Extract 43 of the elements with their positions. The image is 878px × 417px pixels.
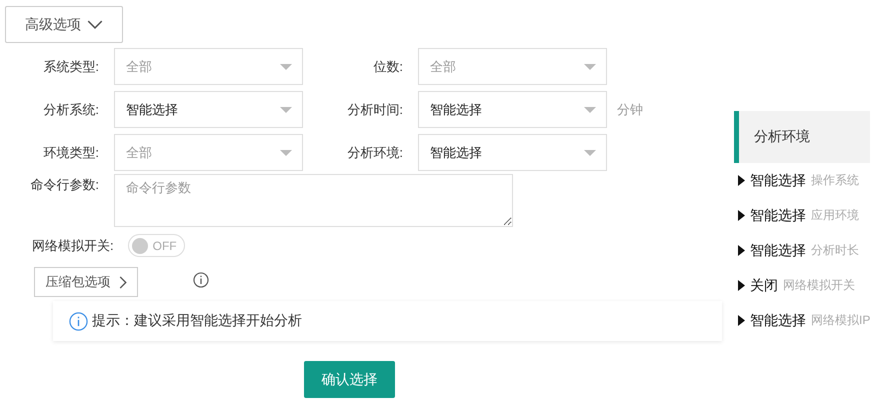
info-icon[interactable] (193, 272, 209, 288)
triangle-icon (738, 175, 745, 186)
dropdown-arrow-icon (584, 106, 596, 112)
dropdown-arrow-icon (584, 150, 596, 156)
archive-options-button[interactable]: 压缩包选项 (34, 267, 138, 297)
unit-label: 分钟 (617, 100, 643, 118)
select-field[interactable]: 智能选择 (418, 91, 607, 128)
field-label: 位数: (372, 58, 403, 76)
dropdown-arrow-icon (280, 64, 292, 70)
field-label: 分析系统: (42, 100, 99, 118)
confirm-button[interactable]: 确认选择 (304, 361, 395, 398)
summary-value: 智能选择 (750, 242, 806, 260)
chevron-icon (87, 20, 103, 29)
triangle-icon (738, 245, 745, 256)
field-label: 分析环境: (346, 144, 403, 162)
field-label: 系统类型: (42, 58, 99, 76)
triangle-icon (738, 315, 745, 326)
advanced-options-button[interactable]: 高级选项 (5, 6, 123, 43)
sidebar-header: 分析环境 (734, 111, 870, 163)
summary-label: 分析时长 (811, 242, 859, 259)
select-field[interactable]: 智能选择 (114, 91, 303, 128)
tip-text: 提示：建议采用智能选择开始分析 (92, 312, 302, 330)
field-label: 命令行参数: (29, 176, 99, 194)
summary-label: 网络模拟开关 (783, 277, 855, 294)
chevron-icon (118, 276, 126, 288)
info-icon (69, 312, 88, 330)
summary-label: 操作系统 (811, 172, 859, 189)
summary-label: 网络模拟IP (811, 312, 870, 329)
field-label: 分析时间: (346, 100, 403, 118)
summary-label: 应用环境 (811, 207, 859, 224)
dropdown-arrow-icon (584, 64, 596, 70)
command-line-field[interactable]: 命令行参数 (114, 174, 513, 227)
summary-value: 智能选择 (750, 312, 806, 330)
field-label: 网络模拟开关: (32, 236, 114, 254)
dropdown-arrow-icon (280, 106, 292, 112)
field-label: 环境类型: (42, 144, 99, 162)
dropdown-arrow-icon (280, 150, 292, 156)
summary-value: 智能选择 (750, 206, 806, 224)
triangle-icon (738, 280, 745, 291)
summary-value: 关闭 (750, 276, 778, 294)
summary-value: 智能选择 (750, 172, 806, 190)
select-field[interactable]: 智能选择 (418, 134, 607, 171)
triangle-icon (738, 210, 745, 221)
